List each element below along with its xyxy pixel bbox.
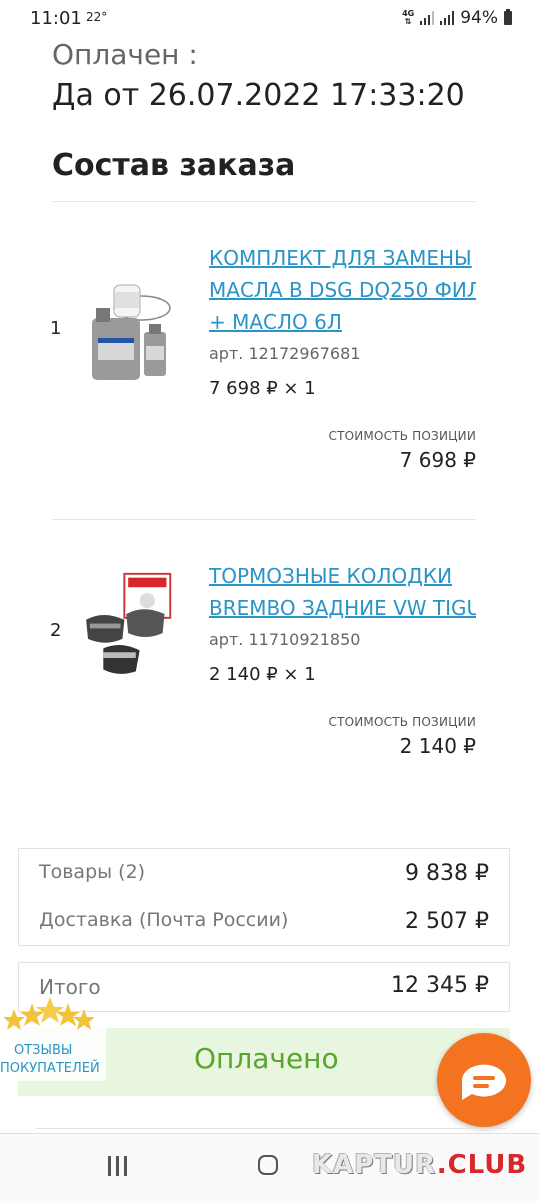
paid-status-label: Оплачен : [52,38,198,71]
signal-icon-2 [440,11,455,25]
order-summary: Товары (2) 9 838 ₽ Доставка (Почта Росси… [18,848,510,946]
system-nav-bar: KAPTUR.CLUB [0,1133,540,1201]
chat-icon [462,1064,506,1100]
recent-apps-icon[interactable] [106,1156,130,1176]
network-icon: 4G ⇅ [402,9,415,26]
battery-percent: 94% [460,8,498,28]
item-cost-label: СТОИМОСТЬ ПОЗИЦИИ [328,715,476,729]
delivery-label: Доставка (Почта России) [39,909,289,931]
oil-kit-image[interactable] [82,280,182,390]
divider [36,1128,506,1129]
item-price-qty: 2 140 ₽ × 1 [209,664,316,685]
chat-button[interactable] [437,1033,531,1127]
stars-icon [4,997,94,1030]
divider [52,201,476,202]
watermark-logo: KAPTUR.CLUB [312,1150,528,1180]
customer-reviews-widget[interactable]: ОТЗЫВЫ ПОКУПАТЕЛЕЙ [0,995,106,1087]
reviews-label-line2: ПОКУПАТЕЛЕЙ [0,1061,100,1076]
battery-icon [504,9,512,25]
brake-pads-image[interactable] [82,570,182,680]
item-price-qty: 7 698 ₽ × 1 [209,378,316,399]
paid-status-date: Да от 26.07.2022 17:33:20 [52,78,465,113]
goods-label: Товары (2) [39,861,146,883]
item-number: 1 [50,318,62,339]
item-title-link[interactable]: КОМПЛЕКТ ДЛЯ ЗАМЕНЫ МАСЛА В DSG DQ250 ФИ… [209,242,476,338]
item-title-link[interactable]: ТОРМОЗНЫЕ КОЛОДКИ BREMBO ЗАДНИЕ VW TIGUA… [209,560,476,624]
item-number: 2 [50,620,62,641]
item-cost-value: 2 140 ₽ [399,734,476,758]
status-bar: 11:01 22° 4G ⇅ 94% [0,0,540,38]
item-cost-label: СТОИМОСТЬ ПОЗИЦИИ [328,429,476,443]
summary-goods-row: Товары (2) 9 838 ₽ [39,861,489,886]
status-icons: 4G ⇅ 94% [402,8,512,28]
goods-value: 9 838 ₽ [405,861,489,886]
item-cost-value: 7 698 ₽ [399,448,476,472]
divider [52,519,476,520]
delivery-value: 2 507 ₽ [405,909,489,934]
summary-delivery-row: Доставка (Почта России) 2 507 ₽ [39,909,489,934]
item-article: арт. 11710921850 [209,630,361,649]
temperature: 22° [86,10,108,24]
total-value: 12 345 ₽ [391,973,489,998]
order-contents-title: Состав заказа [52,148,296,183]
home-icon[interactable] [258,1155,278,1175]
paid-status-text: Оплачено [194,1042,339,1075]
signal-icon [420,11,435,25]
item-article: арт. 12172967681 [209,344,361,363]
reviews-label-line1: ОТЗЫВЫ [14,1043,73,1058]
clock: 11:01 [30,8,82,29]
